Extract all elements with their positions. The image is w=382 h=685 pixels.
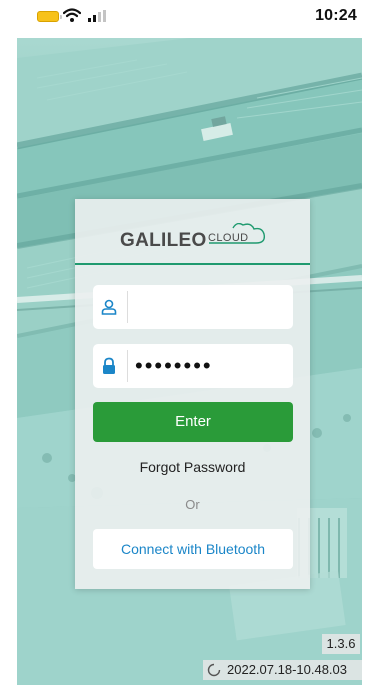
brand-suffix: CLOUD [208, 232, 249, 244]
signal-icon [88, 10, 106, 22]
header-divider [75, 263, 310, 265]
user-icon [101, 299, 117, 315]
battery-icon [37, 11, 62, 22]
password-input[interactable] [135, 344, 285, 388]
field-divider [127, 350, 128, 382]
brand-name: GALILEO [120, 230, 207, 251]
forgot-password-link[interactable]: Forgot Password [75, 459, 310, 475]
login-card: GALILEO CLOUD Enter Forgot Password Or C… [75, 199, 310, 589]
app-version: 1.3.6 [322, 634, 360, 654]
field-divider [127, 291, 128, 323]
connect-bluetooth-button[interactable]: Connect with Bluetooth [93, 529, 293, 569]
brand-logo: GALILEO CLOUD [75, 199, 310, 261]
password-field[interactable] [93, 344, 293, 388]
wifi-icon [63, 8, 81, 22]
loading-spinner-icon [207, 663, 221, 677]
status-time: 10:24 [315, 7, 357, 24]
lock-icon [103, 357, 115, 374]
build-timestamp: 2022.07.18-10.48.03 [227, 662, 347, 677]
username-field[interactable] [93, 285, 293, 329]
build-info: 2022.07.18-10.48.03 [203, 660, 362, 680]
username-input[interactable] [135, 285, 285, 329]
status-bar: 10:24 [0, 0, 382, 34]
enter-button[interactable]: Enter [93, 402, 293, 442]
or-separator: Or [185, 497, 200, 512]
